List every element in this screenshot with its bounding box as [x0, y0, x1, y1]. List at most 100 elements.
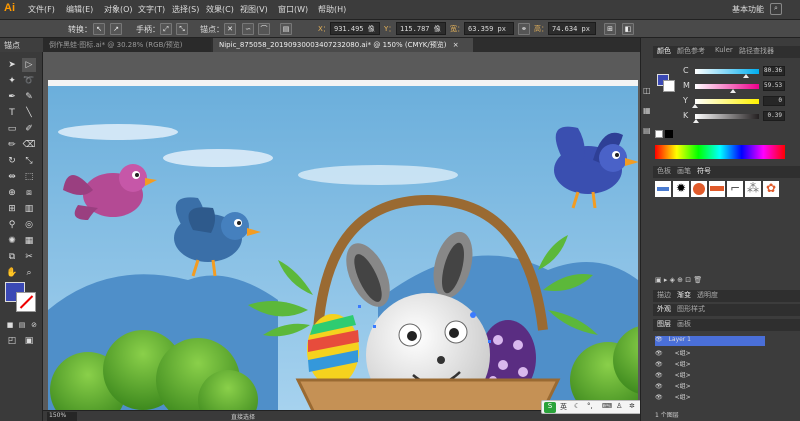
tab-layers[interactable]: 图层 — [657, 319, 671, 329]
align-icon[interactable]: ▤ — [280, 23, 292, 35]
tab-kuler[interactable]: Kuler — [715, 46, 733, 54]
none-mode-icon[interactable]: ⊘ — [27, 318, 41, 332]
tab-gradient[interactable]: 渐变 — [677, 290, 691, 300]
width-field[interactable] — [464, 22, 514, 35]
blend-icon[interactable]: ◎ — [22, 218, 36, 232]
tab-transparency[interactable]: 透明度 — [697, 290, 718, 300]
white-swatch[interactable] — [655, 130, 663, 138]
convert-corner-icon[interactable]: ↖ — [93, 23, 105, 35]
lasso-icon[interactable]: ➰ — [22, 74, 36, 88]
tab-document-2[interactable]: Nipic_875058_20190930003407232080.ai* @ … — [213, 38, 473, 52]
x-field[interactable] — [330, 22, 380, 35]
type-tool-icon[interactable]: T — [5, 106, 19, 120]
panel-side-icon[interactable]: ◫ — [643, 86, 651, 95]
width-tool-icon[interactable]: ⇹ — [5, 170, 19, 184]
zoom-icon[interactable]: ⌕ — [22, 266, 36, 280]
color-stroke-preview[interactable] — [663, 80, 675, 92]
menu-help[interactable]: 帮助(H) — [318, 4, 346, 15]
layer-row[interactable]: 👁 Layer 1 — [655, 336, 765, 346]
slider-y-value[interactable]: 0 — [763, 96, 785, 106]
menu-select[interactable]: 选择(S) — [172, 4, 199, 15]
tab-graphic-styles[interactable]: 图形样式 — [677, 304, 705, 314]
slider-knob[interactable] — [743, 74, 750, 78]
symbol-sprayer-icon[interactable]: ✺ — [5, 234, 19, 248]
layer-row[interactable]: 👁 <组> — [655, 381, 765, 391]
tab-artboards[interactable]: 画板 — [677, 319, 691, 329]
eyedropper-icon[interactable]: ⚲ — [5, 218, 19, 232]
pen-tool-icon[interactable]: ✒ — [5, 90, 19, 104]
scale-icon[interactable]: ⤡ — [22, 154, 36, 168]
close-icon[interactable]: × — [453, 41, 459, 49]
rectangle-tool-icon[interactable]: ▭ — [5, 122, 19, 136]
transform-icon[interactable]: ⊞ — [604, 23, 616, 35]
slider-k-value[interactable]: 0.39 — [763, 111, 785, 121]
slider-knob[interactable] — [730, 89, 737, 93]
menu-object[interactable]: 对象(O) — [104, 4, 133, 15]
punctuation-icon[interactable]: °, — [587, 402, 593, 410]
artboard-icon[interactable]: ⧉ — [5, 250, 19, 264]
symbol-library-icon[interactable]: ▣ ▸ ◈ ⊕ ⊡ 🗑 — [655, 276, 702, 284]
tab-swatches[interactable]: 色板 — [657, 166, 671, 176]
layer-row[interactable]: 👁 <组> — [655, 359, 765, 369]
ime-lang[interactable]: 英 — [560, 402, 567, 412]
slider-knob[interactable] — [692, 104, 698, 108]
symbol-splat-icon[interactable]: ✹ — [673, 181, 689, 197]
menu-file[interactable]: 文件(F) — [28, 4, 55, 15]
settings-icon[interactable]: ✲ — [629, 402, 635, 410]
slider-k-track[interactable] — [692, 114, 759, 123]
slider-c-track[interactable] — [695, 69, 759, 78]
zoom-field[interactable]: 150% — [47, 412, 77, 421]
menu-effect[interactable]: 效果(C) — [206, 4, 234, 15]
black-swatch[interactable] — [665, 130, 673, 138]
eye-icon[interactable]: 👁 — [655, 372, 663, 379]
link-icon[interactable]: ⚭ — [518, 23, 530, 35]
symbol-item[interactable] — [691, 181, 707, 197]
stroke-swatch[interactable] — [16, 292, 36, 312]
slider-y-track[interactable] — [692, 99, 759, 108]
tab-stroke[interactable]: 描边 — [657, 290, 671, 300]
direct-selection-tool-icon[interactable]: ▷ — [22, 58, 36, 72]
handle-hide-icon[interactable]: ⤡ — [176, 23, 188, 35]
perspective-icon[interactable]: ⧈ — [22, 186, 36, 200]
convert-smooth-icon[interactable]: ↗ — [110, 23, 122, 35]
eye-icon[interactable]: 👁 — [655, 361, 663, 368]
menu-window[interactable]: 窗口(W) — [278, 4, 308, 15]
tab-brushes[interactable]: 画笔 — [677, 166, 691, 176]
connect-anchor-icon[interactable]: ∽ — [242, 23, 254, 35]
user-icon[interactable]: ♙ — [616, 402, 622, 410]
symbol-item[interactable] — [655, 181, 671, 197]
magic-wand-icon[interactable]: ✦ — [5, 74, 19, 88]
layer-row[interactable]: 👁 <组> — [655, 370, 765, 380]
eye-icon[interactable]: 👁 — [655, 350, 663, 357]
screen-mode-icon[interactable]: ▣ — [22, 334, 36, 348]
symbol-flower-icon[interactable]: ✿ — [763, 181, 779, 197]
height-field[interactable] — [548, 22, 596, 35]
canvas[interactable] — [43, 52, 640, 421]
slider-m-track[interactable] — [695, 84, 759, 93]
menu-view[interactable]: 视图(V) — [240, 4, 268, 15]
tab-document-1[interactable]: 倒作黑蛙·图标.ai* @ 30.28% (RGB/预览) — [43, 38, 211, 52]
pencil-icon[interactable]: ✏ — [5, 138, 19, 152]
tab-symbols[interactable]: 符号 — [697, 166, 711, 176]
tab-color[interactable]: 颜色 — [657, 46, 671, 56]
y-field[interactable] — [396, 22, 446, 35]
symbol-frame-icon[interactable]: ⌐ — [727, 181, 743, 197]
symbol-item[interactable] — [709, 181, 725, 197]
remove-anchor-icon[interactable]: ✕ — [224, 23, 236, 35]
layer-row[interactable]: 👁 <组> — [655, 348, 765, 358]
menu-edit[interactable]: 编辑(E) — [66, 4, 93, 15]
graph-icon[interactable]: ▦ — [22, 234, 36, 248]
eye-icon[interactable]: 👁 — [655, 383, 663, 390]
shape-builder-icon[interactable]: ⊕ — [5, 186, 19, 200]
slider-knob[interactable] — [692, 119, 699, 123]
slice-icon[interactable]: ✂ — [22, 250, 36, 264]
keyboard-icon[interactable]: ⌨ — [602, 402, 612, 410]
rotate-icon[interactable]: ↻ — [5, 154, 19, 168]
layer-row[interactable]: 👁 <组> — [655, 392, 765, 402]
search-icon[interactable]: ⌕ — [770, 3, 782, 15]
isolate-icon[interactable]: ◧ — [622, 23, 634, 35]
tab-pathfinder[interactable]: 路径查找器 — [739, 46, 774, 56]
workspace-switcher[interactable]: 基本功能 — [732, 4, 764, 15]
slider-c-value[interactable]: 80.36 — [763, 66, 785, 76]
tab-appearance[interactable]: 外观 — [657, 304, 671, 314]
